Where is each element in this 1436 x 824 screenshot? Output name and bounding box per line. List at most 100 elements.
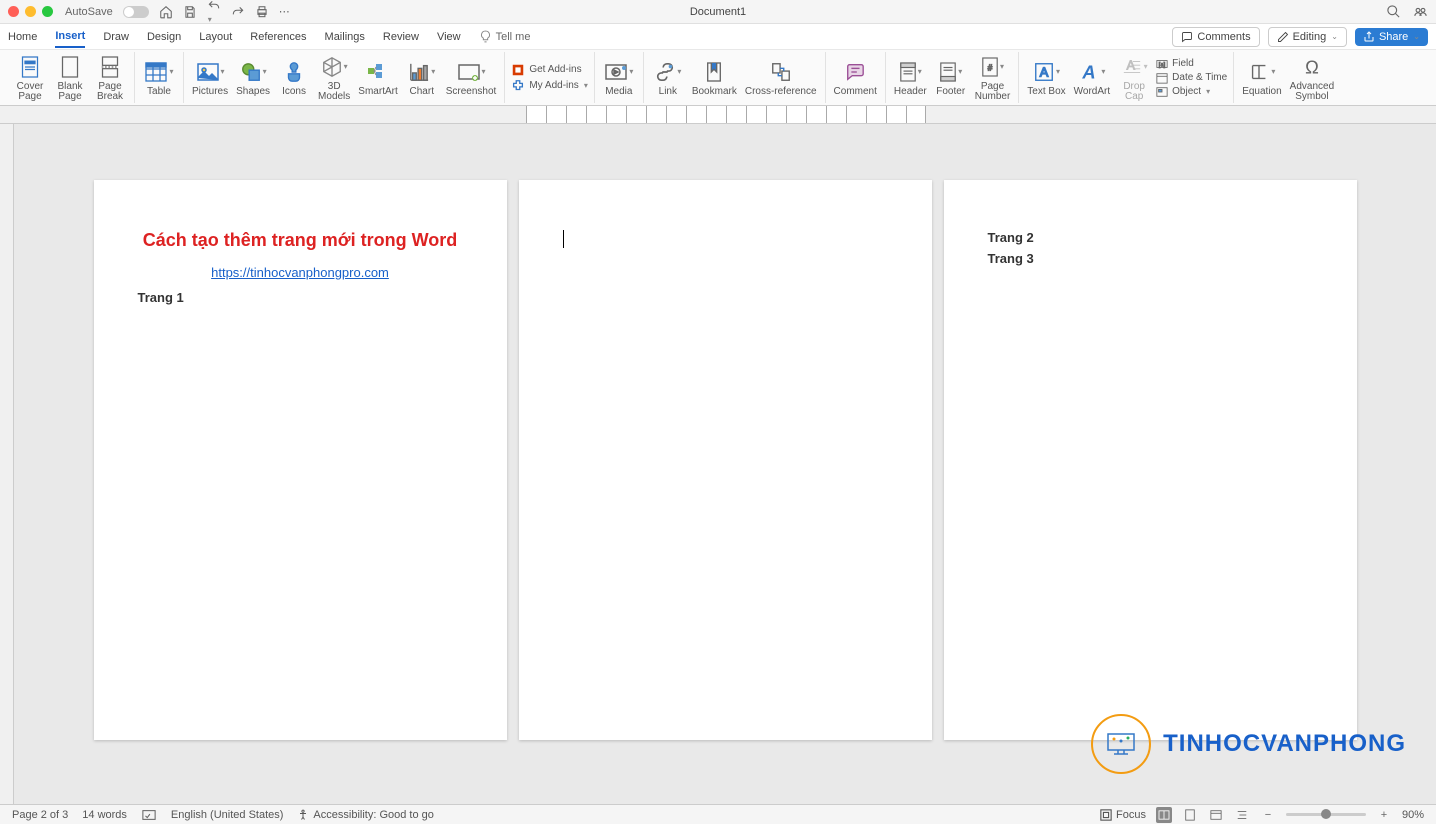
- 3d-models-button[interactable]: ▾3D Models: [316, 52, 352, 104]
- watermark: TINHOCVANPHONG: [1091, 714, 1406, 774]
- equation-button[interactable]: ▾Equation: [1240, 57, 1283, 99]
- more-icon[interactable]: ⋯: [279, 5, 290, 18]
- tab-draw[interactable]: Draw: [103, 27, 129, 47]
- tab-design[interactable]: Design: [147, 27, 181, 47]
- share-button[interactable]: Share⌄: [1355, 28, 1428, 46]
- header-button[interactable]: ▾Header: [892, 57, 929, 99]
- account-icon[interactable]: [1413, 4, 1428, 19]
- titlebar-right: [1386, 4, 1428, 19]
- group-addins: Get Add-ins My Add-ins▾: [505, 52, 594, 103]
- search-icon[interactable]: [1386, 4, 1401, 19]
- cover-page-button[interactable]: Cover Page: [12, 52, 48, 104]
- ribbon-tabs: Home Insert Draw Design Layout Reference…: [0, 24, 1436, 50]
- page1-line: Trang 1: [138, 290, 463, 305]
- print-layout-icon[interactable]: [1182, 807, 1198, 823]
- read-mode-icon[interactable]: [1156, 807, 1172, 823]
- web-layout-icon[interactable]: [1208, 807, 1224, 823]
- autosave-label: AutoSave: [65, 6, 113, 18]
- icons-button[interactable]: Icons: [276, 57, 312, 99]
- status-accessibility[interactable]: Accessibility: Good to go: [297, 809, 433, 821]
- page-1[interactable]: Cách tạo thêm trang mới trong Word https…: [94, 180, 507, 740]
- page3-line2: Trang 3: [988, 251, 1313, 266]
- tab-review[interactable]: Review: [383, 27, 419, 47]
- vertical-ruler[interactable]: [0, 124, 14, 804]
- tab-insert[interactable]: Insert: [55, 26, 85, 48]
- close-window[interactable]: [8, 6, 19, 17]
- table-button[interactable]: ▾Table: [141, 57, 177, 99]
- page-number-button[interactable]: #▾Page Number: [973, 52, 1013, 104]
- tab-layout[interactable]: Layout: [199, 27, 232, 47]
- tab-references[interactable]: References: [250, 27, 306, 47]
- pages-container: Cách tạo thêm trang mới trong Word https…: [14, 124, 1436, 804]
- cross-reference-button[interactable]: Cross-reference: [743, 57, 819, 99]
- shapes-button[interactable]: ▾Shapes: [234, 57, 272, 99]
- screenshot-button[interactable]: ▾Screenshot: [444, 57, 499, 99]
- svg-text:[a]: [a]: [1159, 62, 1166, 68]
- watermark-text: TINHOCVANPHONG: [1163, 730, 1406, 758]
- page-2[interactable]: [519, 180, 932, 740]
- svg-text:A: A: [1040, 64, 1049, 79]
- zoom-out-button[interactable]: −: [1260, 807, 1276, 823]
- object-button[interactable]: Object▾: [1156, 86, 1227, 98]
- footer-button[interactable]: ▾Footer: [933, 57, 969, 99]
- status-words[interactable]: 14 words: [82, 809, 127, 821]
- print-icon[interactable]: [255, 5, 269, 19]
- group-comment: Comment: [826, 52, 886, 103]
- outline-icon[interactable]: [1234, 807, 1250, 823]
- bookmark-button[interactable]: Bookmark: [690, 57, 739, 99]
- date-time-button[interactable]: Date & Time: [1156, 72, 1227, 84]
- text-cursor: [563, 230, 564, 248]
- smartart-button[interactable]: SmartArt: [356, 57, 399, 99]
- comments-button[interactable]: Comments: [1172, 27, 1259, 47]
- page-break-button[interactable]: Page Break: [92, 52, 128, 104]
- maximize-window[interactable]: [42, 6, 53, 17]
- editing-button[interactable]: Editing⌄: [1268, 27, 1347, 47]
- pencil-icon: [1277, 31, 1289, 43]
- status-right: Focus − + 90%: [1100, 807, 1424, 823]
- pictures-button[interactable]: ▾Pictures: [190, 57, 230, 99]
- window-controls: [8, 6, 53, 17]
- page1-title: Cách tạo thêm trang mới trong Word: [138, 230, 463, 251]
- advanced-symbol-button[interactable]: ΩAdvanced Symbol: [1288, 52, 1336, 104]
- group-symbols: ▾Equation ΩAdvanced Symbol: [1234, 52, 1342, 103]
- save-icon[interactable]: [183, 5, 197, 19]
- tell-me-label: Tell me: [496, 31, 531, 43]
- svg-text:Ω: Ω: [1305, 56, 1319, 77]
- tab-mailings[interactable]: Mailings: [325, 27, 365, 47]
- link-button[interactable]: ▾Link: [650, 57, 686, 99]
- share-icon: [1363, 31, 1375, 43]
- autosave-toggle[interactable]: [123, 6, 149, 18]
- text-box-button[interactable]: A▾Text Box: [1025, 57, 1067, 99]
- spellcheck-icon[interactable]: [141, 807, 157, 823]
- tab-view[interactable]: View: [437, 27, 461, 47]
- undo-icon[interactable]: ▾: [207, 0, 221, 25]
- zoom-level[interactable]: 90%: [1402, 809, 1424, 821]
- svg-text:#: #: [988, 63, 993, 72]
- drop-cap-button[interactable]: A▾Drop Cap: [1116, 52, 1152, 104]
- horizontal-ruler[interactable]: [0, 106, 1436, 124]
- page1-link[interactable]: https://tinhocvanphongpro.com: [138, 265, 463, 280]
- status-language[interactable]: English (United States): [171, 809, 284, 821]
- zoom-slider[interactable]: [1286, 813, 1366, 816]
- media-button[interactable]: ▾Media: [601, 57, 637, 99]
- home-icon[interactable]: [159, 5, 173, 19]
- field-button[interactable]: [a]Field: [1156, 58, 1227, 70]
- zoom-in-button[interactable]: +: [1376, 807, 1392, 823]
- tabs-right: Comments Editing⌄ Share⌄: [1172, 27, 1428, 47]
- tab-home[interactable]: Home: [8, 27, 37, 47]
- quick-access-toolbar: AutoSave ▾ ⋯: [65, 0, 290, 25]
- my-addins-button[interactable]: My Add-ins▾: [511, 79, 587, 93]
- chart-button[interactable]: ▾Chart: [404, 57, 440, 99]
- status-page[interactable]: Page 2 of 3: [12, 809, 68, 821]
- group-illustrations: ▾Pictures ▾Shapes Icons ▾3D Models Smart…: [184, 52, 505, 103]
- tell-me[interactable]: Tell me: [479, 30, 531, 43]
- redo-icon[interactable]: [231, 5, 245, 19]
- blank-page-button[interactable]: Blank Page: [52, 52, 88, 104]
- document-title: Document1: [690, 6, 746, 18]
- focus-button[interactable]: Focus: [1100, 809, 1146, 821]
- get-addins-button[interactable]: Get Add-ins: [511, 63, 587, 77]
- wordart-button[interactable]: A▾WordArt: [1072, 57, 1113, 99]
- minimize-window[interactable]: [25, 6, 36, 17]
- comment-button[interactable]: Comment: [832, 57, 879, 99]
- page-3[interactable]: Trang 2 Trang 3: [944, 180, 1357, 740]
